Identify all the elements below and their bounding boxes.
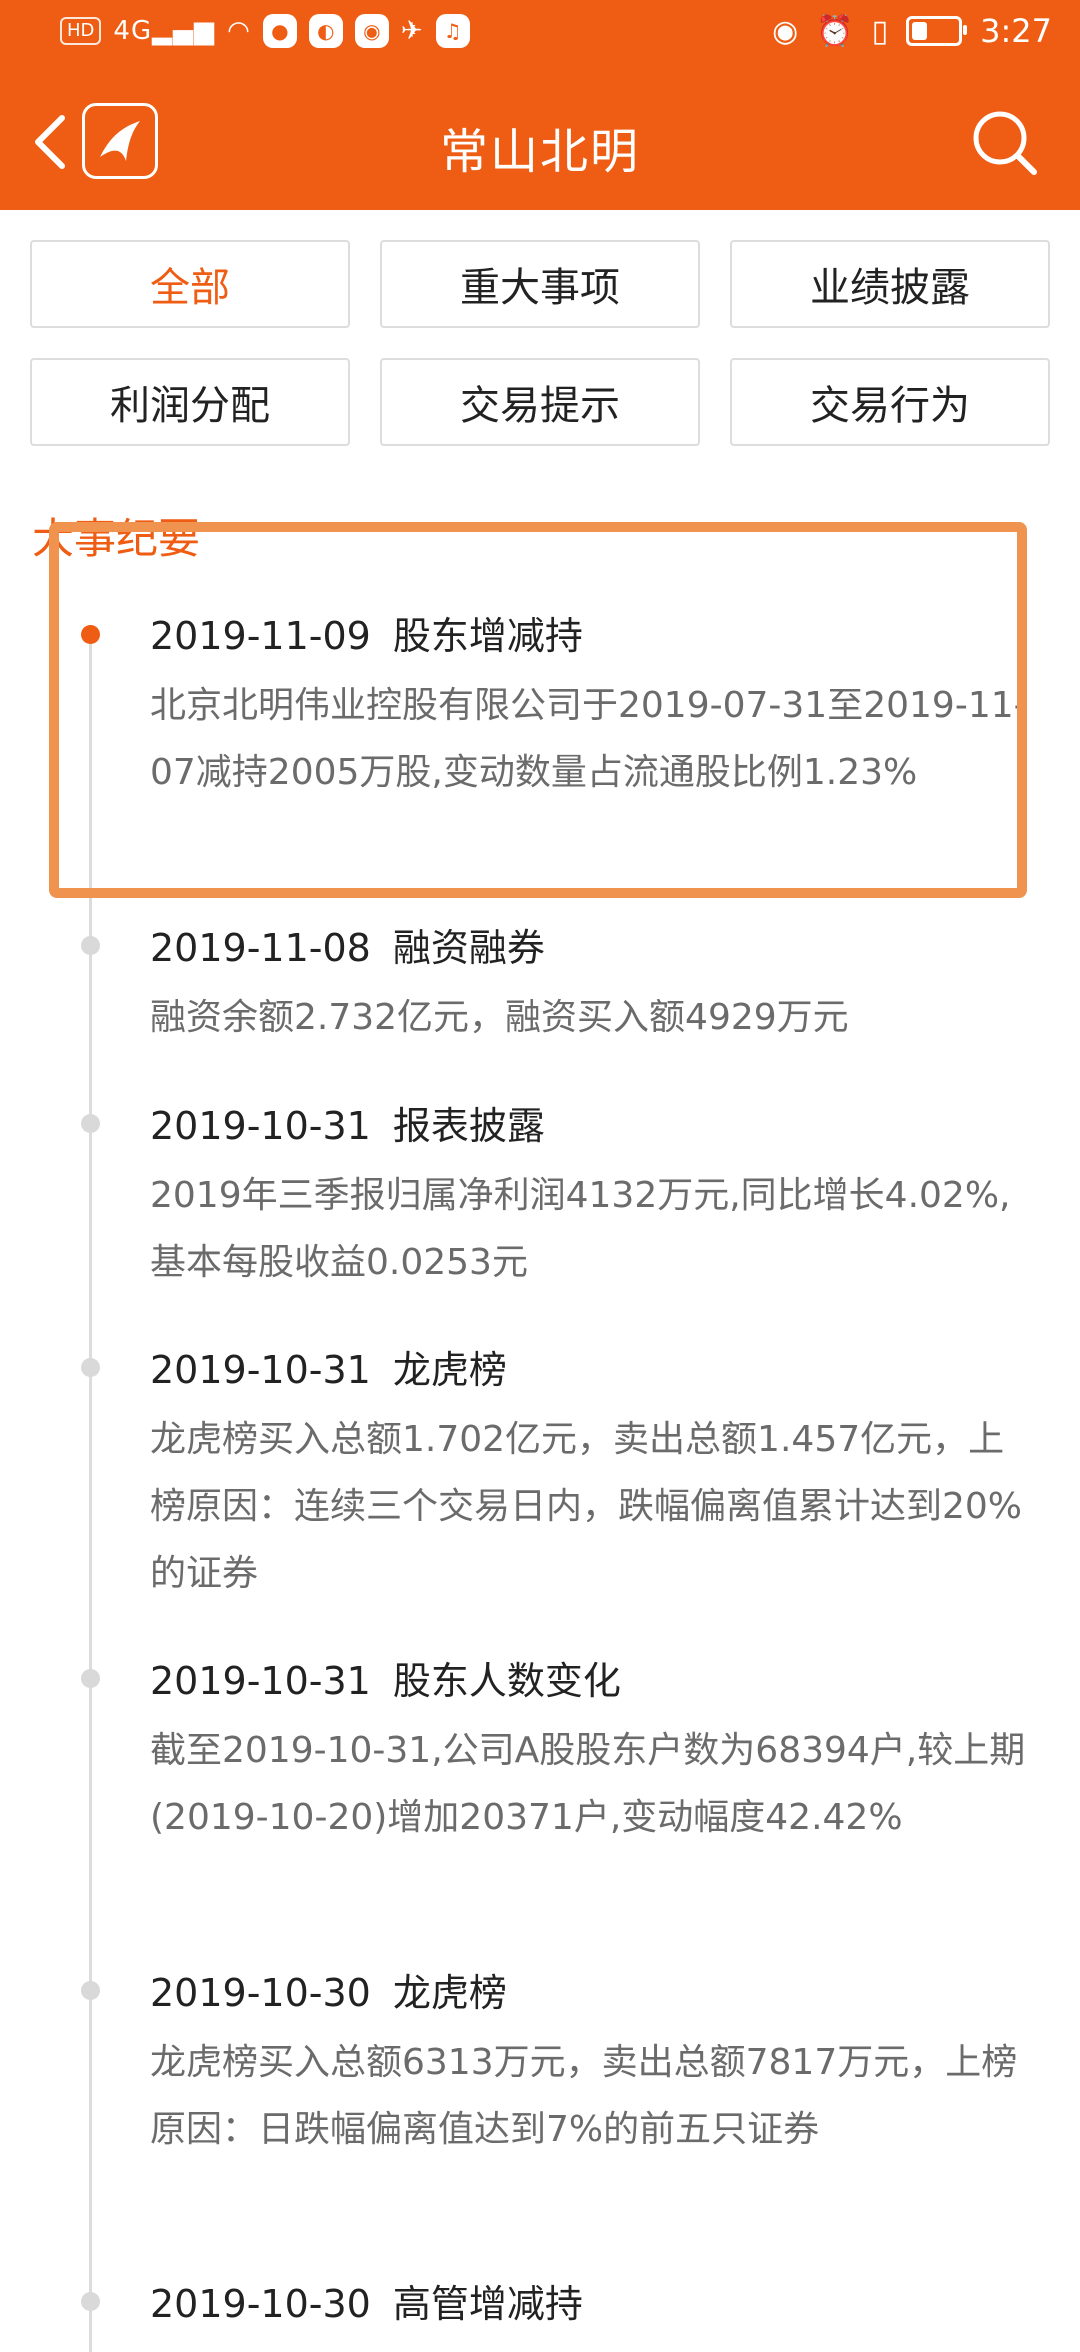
section-title: 大事纪要 [32, 514, 201, 563]
clock: 3:27 [980, 12, 1052, 50]
notification-app-icon: ◐ [308, 14, 343, 48]
page-title: 常山北明 [439, 124, 640, 180]
notification-app-icon: ◉ [354, 14, 389, 48]
category-filter-grid: 全部 重大事项 业绩披露 利润分配 交易提示 交易行为 [30, 240, 1050, 446]
app-header-bar: HD 4G▂▄▆ ◠ ● ◐ ◉ ✈ ♫ ◉ ⏰ ▯ 3:27 常山北明 [0, 0, 1080, 210]
filter-earnings[interactable]: 业绩披露 [730, 240, 1050, 328]
hd-indicator: HD [60, 17, 102, 45]
network-indicator: 4G▂▄▆ [113, 16, 216, 46]
event-type: 高管增减持 [392, 2282, 583, 2326]
event-type: 龙虎榜 [392, 1348, 507, 1392]
event-date: 2019-11-08 [150, 926, 371, 970]
event-detail: 2019年三季报归属净利润4132万元,同比增长4.02%,基本每股收益0.02… [150, 1175, 1011, 1283]
alarm-icon: ⏰ [816, 13, 854, 49]
event-detail: 龙虎榜买入总额6313万元，卖出总额7817万元，上榜原因：日跌幅偏离值达到7%… [150, 2042, 1018, 2150]
event-date: 2019-10-31 [150, 1104, 371, 1148]
event-type: 股东人数变化 [392, 1659, 621, 1703]
event-type: 报表披露 [392, 1104, 545, 1148]
battery-icon [906, 16, 968, 46]
notification-app-icon: ✈ [400, 16, 424, 46]
filter-trading-notices[interactable]: 交易提示 [380, 358, 700, 446]
music-app-icon: ♫ [435, 14, 470, 48]
timeline-dot [81, 1981, 100, 2000]
vibrate-icon: ▯ [871, 13, 889, 49]
event-detail: 龙虎榜买入总额1.702亿元，卖出总额1.457亿元，上榜原因：连续三个交易日内… [150, 1419, 1023, 1594]
event-date: 2019-11-09 [150, 614, 371, 658]
eye-comfort-icon: ◉ [772, 13, 799, 49]
filter-all[interactable]: 全部 [30, 240, 350, 328]
event-date: 2019-10-31 [150, 1348, 371, 1392]
timeline-dot [81, 2292, 100, 2311]
filter-profit-distribution[interactable]: 利润分配 [30, 358, 350, 446]
event-date: 2019-10-30 [150, 1971, 371, 2015]
timeline-dot [81, 1114, 100, 1133]
event-header: 2019-10-31 股东人数变化 [150, 1650, 621, 1705]
search-button[interactable] [970, 108, 1040, 178]
status-bar: HD 4G▂▄▆ ◠ ● ◐ ◉ ✈ ♫ ◉ ⏰ ▯ 3:27 [0, 0, 1080, 72]
event-header: 2019-10-30 高管增减持 [150, 2273, 583, 2328]
event-detail: 截至2019-10-31,公司A股股东户数为68394户,较上期(2019-10… [150, 1730, 1026, 1838]
event-date: 2019-10-31 [150, 1659, 371, 1703]
event-detail: 北京北明伟业控股有限公司于2019-07-31至2019-11-07减持2005… [150, 685, 1027, 793]
event-detail: 融资余额2.732亿元，融资买入额4929万元 [150, 997, 849, 1038]
event-header: 2019-11-09 股东增减持 [150, 605, 583, 660]
event-type: 融资融券 [392, 926, 545, 970]
event-date: 2019-10-30 [150, 2282, 371, 2326]
battery-level [912, 22, 928, 40]
event-type: 龙虎榜 [392, 1971, 507, 2015]
filter-major-events[interactable]: 重大事项 [380, 240, 700, 328]
notification-app-icon: ● [262, 14, 297, 48]
wifi-icon: ◠ [227, 16, 251, 46]
filter-trading-behavior[interactable]: 交易行为 [730, 358, 1050, 446]
event-header: 2019-10-31 龙虎榜 [150, 1339, 507, 1394]
network-type: 4G [113, 16, 153, 46]
event-type: 股东增减持 [392, 614, 583, 658]
event-header: 2019-10-30 龙虎榜 [150, 1962, 507, 2017]
timeline-dot-active [81, 625, 100, 644]
event-header: 2019-11-08 融资融券 [150, 917, 545, 972]
nav-header: 常山北明 [0, 72, 1080, 210]
timeline-line [89, 632, 92, 2352]
timeline-dot [81, 936, 100, 955]
event-header: 2019-10-31 报表披露 [150, 1095, 545, 1150]
timeline-dot [81, 1669, 100, 1688]
search-icon [973, 111, 1037, 175]
timeline-dot [81, 1358, 100, 1377]
